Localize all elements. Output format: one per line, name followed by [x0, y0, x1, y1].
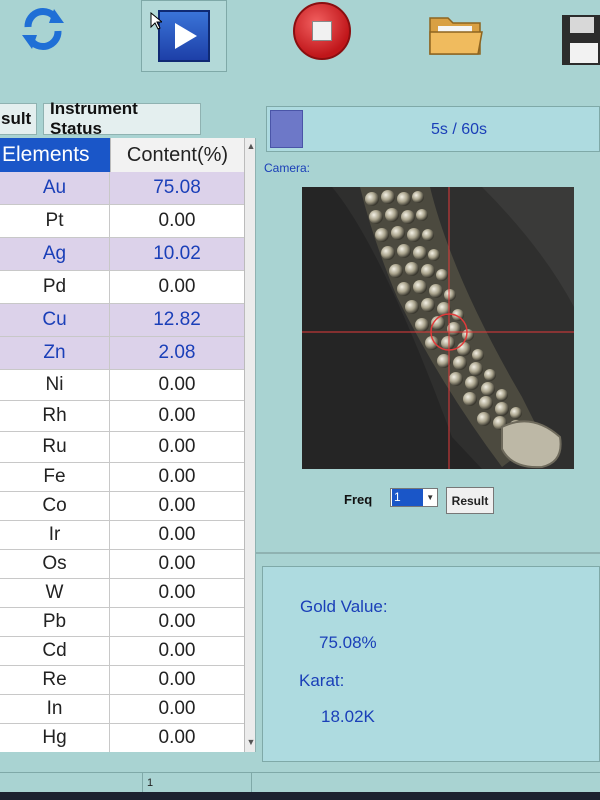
result-button[interactable]: Result	[446, 487, 494, 514]
element-cell: W	[0, 579, 110, 607]
element-cell: Os	[0, 550, 110, 578]
table-row[interactable]: Pd 0.00	[0, 271, 244, 304]
content-cell: 0.00	[158, 210, 196, 231]
table-row[interactable]: Ag 10.02	[0, 238, 244, 271]
tab-instrument-status[interactable]: Instrument Status	[43, 99, 201, 138]
table-row[interactable]: Ru 0.00	[0, 432, 244, 463]
table-row[interactable]: Ir 0.00	[0, 521, 244, 550]
table-row[interactable]: Au 75.08	[0, 172, 244, 205]
progress-fill	[270, 110, 303, 148]
content-cell: 0.00	[158, 553, 196, 574]
panel-divider[interactable]	[256, 552, 600, 554]
element-cell: Ag	[0, 238, 110, 270]
status-page-number: 1	[142, 773, 252, 793]
element-cell: Co	[0, 492, 110, 520]
element-cell: Ir	[0, 521, 110, 549]
stop-button[interactable]	[290, 0, 354, 62]
content-cell: 10.02	[110, 238, 244, 270]
scroll-down-icon[interactable]: ▼	[246, 736, 255, 748]
element-cell: Ru	[0, 432, 110, 462]
content-cell: 0.00	[158, 495, 196, 516]
content-cell: 12.82	[110, 304, 244, 336]
content-cell: 0.00	[158, 466, 196, 487]
chevron-down-icon[interactable]: ▼	[423, 489, 437, 506]
element-cell: Cd	[0, 637, 110, 665]
toolbar	[0, 0, 600, 95]
camera-view	[302, 187, 574, 469]
mouse-cursor-icon	[150, 12, 162, 30]
refresh-button[interactable]	[14, 2, 72, 54]
table-row[interactable]: Os 0.00	[0, 550, 244, 579]
table-row[interactable]: Hg 0.00	[0, 724, 244, 752]
stop-icon	[293, 2, 351, 60]
freq-value: 1	[392, 489, 424, 506]
element-cell: Pt	[0, 205, 110, 237]
table-row[interactable]: Re 0.00	[0, 666, 244, 695]
status-bar: 1	[0, 772, 600, 793]
element-cell: Au	[0, 172, 110, 204]
content-cell: 0.00	[158, 276, 196, 297]
table-row[interactable]: Pt 0.00	[0, 205, 244, 238]
content-cell: 2.08	[110, 337, 244, 369]
save-icon	[562, 15, 600, 65]
elements-table: Elements Content(%) Au 75.08 Pt 0.00 Ag 10.02…	[0, 138, 256, 752]
freq-select[interactable]: 1 ▼	[390, 488, 438, 507]
table-row[interactable]: Cd 0.00	[0, 637, 244, 666]
content-cell: 0.00	[158, 436, 196, 457]
gold-value: 75.08%	[319, 633, 377, 652]
refresh-icon	[22, 7, 64, 51]
save-button[interactable]	[560, 12, 600, 68]
table-row[interactable]: Zn 2.08	[0, 337, 244, 370]
table-row[interactable]: Fe 0.00	[0, 463, 244, 492]
camera-label: Camera:	[264, 161, 311, 175]
element-cell: In	[0, 695, 110, 723]
play-button[interactable]	[141, 0, 227, 72]
element-cell: Pd	[0, 271, 110, 303]
element-cell: Pb	[0, 608, 110, 636]
karat-label: Karat:	[299, 671, 345, 690]
scroll-up-icon[interactable]: ▲	[246, 140, 255, 152]
content-cell: 0.00	[158, 640, 196, 661]
element-cell: Fe	[0, 463, 110, 491]
table-row[interactable]: Cu 12.82	[0, 304, 244, 337]
content-cell: 0.00	[158, 698, 196, 719]
element-cell: Rh	[0, 401, 110, 431]
content-cell: 0.00	[158, 611, 196, 632]
freq-label: Freq	[344, 492, 373, 507]
table-row[interactable]: Co 0.00	[0, 492, 244, 521]
progress-text: 5s / 60s	[431, 121, 488, 138]
content-cell: 0.00	[158, 582, 196, 603]
content-cell: 75.08	[110, 172, 244, 204]
karat-value: 18.02K	[321, 707, 375, 726]
content-cell: 0.00	[158, 405, 196, 426]
column-header-content[interactable]: Content(%)	[110, 138, 244, 172]
element-cell: Zn	[0, 337, 110, 369]
taskbar	[0, 792, 600, 800]
table-row[interactable]: Ni 0.00	[0, 370, 244, 401]
content-cell: 0.00	[158, 669, 196, 690]
table-row[interactable]: Rh 0.00	[0, 401, 244, 432]
folder-icon	[429, 17, 483, 55]
open-folder-button[interactable]	[426, 8, 486, 60]
element-cell: Hg	[0, 724, 110, 752]
element-cell: Cu	[0, 304, 110, 336]
element-cell: Re	[0, 666, 110, 694]
content-cell: 0.00	[158, 524, 196, 545]
table-row[interactable]: Pb 0.00	[0, 608, 244, 637]
column-header-elements[interactable]: Elements	[0, 138, 110, 172]
table-row[interactable]: In 0.00	[0, 695, 244, 724]
table-scrollbar[interactable]: ▲ ▼	[244, 138, 255, 752]
play-icon	[158, 10, 210, 62]
element-cell: Ni	[0, 370, 110, 400]
table-row[interactable]: W 0.00	[0, 579, 244, 608]
content-cell: 0.00	[158, 374, 196, 395]
table-header: Elements Content(%)	[0, 138, 244, 172]
gold-result-panel: Gold Value: 75.08% Karat: 18.02K	[262, 566, 600, 762]
gold-value-label: Gold Value:	[300, 597, 388, 616]
measurement-progress: 5s / 60s	[266, 106, 600, 152]
tab-result[interactable]: sult	[0, 103, 37, 135]
content-cell: 0.00	[158, 727, 196, 748]
table-body: Au 75.08 Pt 0.00 Ag 10.02 Pd 0.00 Cu 12.82 Zn 2.08 N…	[0, 172, 244, 752]
